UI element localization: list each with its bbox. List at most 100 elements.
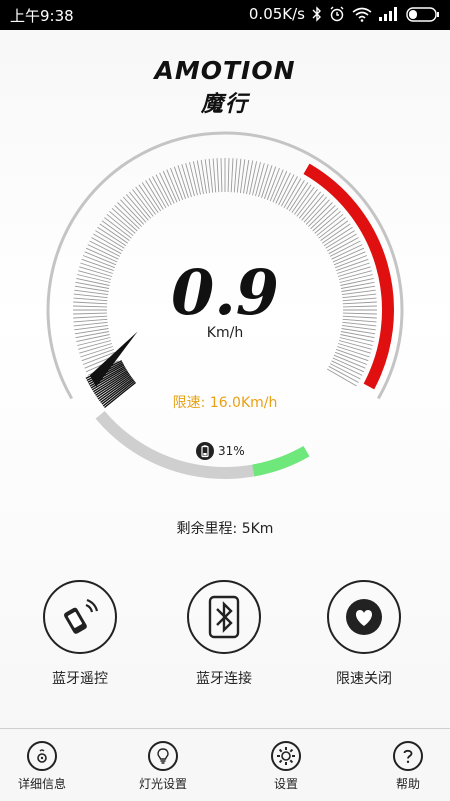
- bluetooth-connect-circle[interactable]: [187, 580, 261, 654]
- lightbulb-icon: [148, 741, 178, 771]
- speed-unit: Km/h: [206, 325, 244, 341]
- gauge-tick: [73, 318, 108, 323]
- gauge-tick: [233, 158, 238, 193]
- gauge-tick: [73, 297, 108, 302]
- gauge-tick: [275, 172, 291, 204]
- gauge-tick: [318, 217, 346, 239]
- gauge-tick: [314, 210, 341, 234]
- gauge-tick: [73, 315, 108, 319]
- gauge-tick: [246, 160, 254, 195]
- status-icons: 0.05K/s: [249, 5, 440, 23]
- gauge-tick: [298, 191, 322, 219]
- speed-limit-value: 16.0Km/h: [209, 395, 278, 411]
- info-icon: [27, 741, 57, 771]
- gauge-tick: [340, 331, 375, 339]
- gauge-tick: [132, 189, 154, 217]
- tab-help[interactable]: 帮助: [358, 741, 450, 792]
- remote-control-circle[interactable]: [43, 580, 117, 654]
- gauge-tick: [122, 196, 147, 223]
- remote-control-label: 蓝牙遥控: [52, 671, 108, 687]
- gauge-tick: [342, 293, 377, 299]
- signal-icon: [379, 7, 397, 21]
- bluetooth-connect-button[interactable]: 蓝牙连接: [164, 580, 284, 688]
- speed-value: 0.9: [171, 256, 279, 329]
- gauge-tick: [76, 334, 110, 343]
- gauge-tick: [75, 281, 110, 289]
- gauge-tick: [125, 194, 149, 221]
- gauge-tick: [109, 210, 136, 234]
- gauge-tick: [328, 365, 359, 383]
- battery-icon: [406, 6, 439, 22]
- gauge-tick: [89, 240, 121, 257]
- speed-limit-label: 限速:: [172, 395, 206, 411]
- gauge-tick: [236, 158, 242, 193]
- gauge-tick: [162, 170, 178, 203]
- gauge-tick: [331, 360, 363, 376]
- gauge-tick: [73, 293, 108, 299]
- gauge-tick: [111, 207, 138, 232]
- tab-details-label: 详细信息: [17, 777, 66, 791]
- gauge-tick: [339, 337, 373, 346]
- gauge-tick: [73, 305, 108, 308]
- gauge-tick: [220, 158, 223, 193]
- gauge-tick: [227, 158, 230, 193]
- gauge-tick: [208, 158, 214, 193]
- gauge-tick: [73, 312, 108, 315]
- gauge-tick: [192, 161, 201, 195]
- gauge-tick: [332, 247, 365, 263]
- gear-icon: [271, 741, 301, 771]
- gauge-tick: [342, 315, 377, 319]
- gauge-tick: [189, 162, 198, 196]
- gauge-tick: [73, 301, 108, 305]
- battery-level-arc: [252, 445, 310, 477]
- tab-settings[interactable]: 设置: [236, 741, 336, 792]
- gauge-tick: [310, 205, 336, 230]
- gauge-tick: [303, 196, 328, 223]
- bluetooth-icon: [312, 6, 321, 22]
- gauge-tick: [212, 158, 217, 193]
- gauge-tick: [249, 161, 258, 195]
- gauge-tick: [278, 174, 295, 206]
- gauge-tick: [87, 244, 119, 260]
- remote-control-icon: [64, 598, 99, 634]
- bluetooth-connect-label: 蓝牙连接: [196, 671, 252, 687]
- gauge-tick: [308, 202, 333, 227]
- gauge-tick: [316, 213, 344, 237]
- gauge-tick: [342, 305, 377, 308]
- gauge-tick: [252, 162, 261, 196]
- gauge-tick: [331, 244, 363, 260]
- gauge-tick: [296, 189, 318, 217]
- gauge-tick: [75, 331, 110, 339]
- wifi-icon: [352, 7, 372, 22]
- status-time: 上午9:38: [10, 7, 74, 25]
- speed-limit-off-circle[interactable]: [327, 580, 401, 654]
- gauge-tick: [329, 240, 361, 257]
- gauge-tick: [77, 337, 111, 346]
- gauge-tick: [77, 274, 111, 283]
- gauge-tick: [329, 363, 361, 380]
- gauge-tick: [342, 312, 377, 315]
- gauge-tick: [76, 277, 110, 286]
- speed-limit-off-button[interactable]: 限速关闭: [304, 580, 424, 688]
- gauge-tick: [85, 247, 118, 263]
- gauge-tick: [73, 321, 108, 327]
- tab-light-settings[interactable]: 灯光设置: [113, 741, 213, 792]
- gauge-tick: [342, 297, 377, 302]
- tab-light-settings-label: 灯光设置: [138, 777, 187, 791]
- gauge-tick: [342, 318, 377, 323]
- heart-icon: [346, 599, 382, 635]
- gauge-tick: [326, 368, 357, 387]
- tab-details[interactable]: 详细信息: [0, 741, 92, 792]
- bluetooth-icon: [208, 595, 240, 639]
- gauge-tick: [340, 281, 375, 289]
- speed-limit-text: 限速: 16.0Km/h: [150, 392, 300, 412]
- help-icon: [393, 741, 423, 771]
- brand-logo-en: AMOTION: [154, 56, 296, 85]
- battery-icon: [196, 442, 214, 460]
- alarm-icon: [330, 6, 344, 22]
- gauge-tick: [106, 213, 134, 237]
- gauge-tick: [332, 357, 365, 373]
- gauge-tick: [216, 158, 220, 193]
- battery-percent: 31%: [218, 444, 245, 458]
- remote-control-button[interactable]: 蓝牙遥控: [20, 580, 140, 688]
